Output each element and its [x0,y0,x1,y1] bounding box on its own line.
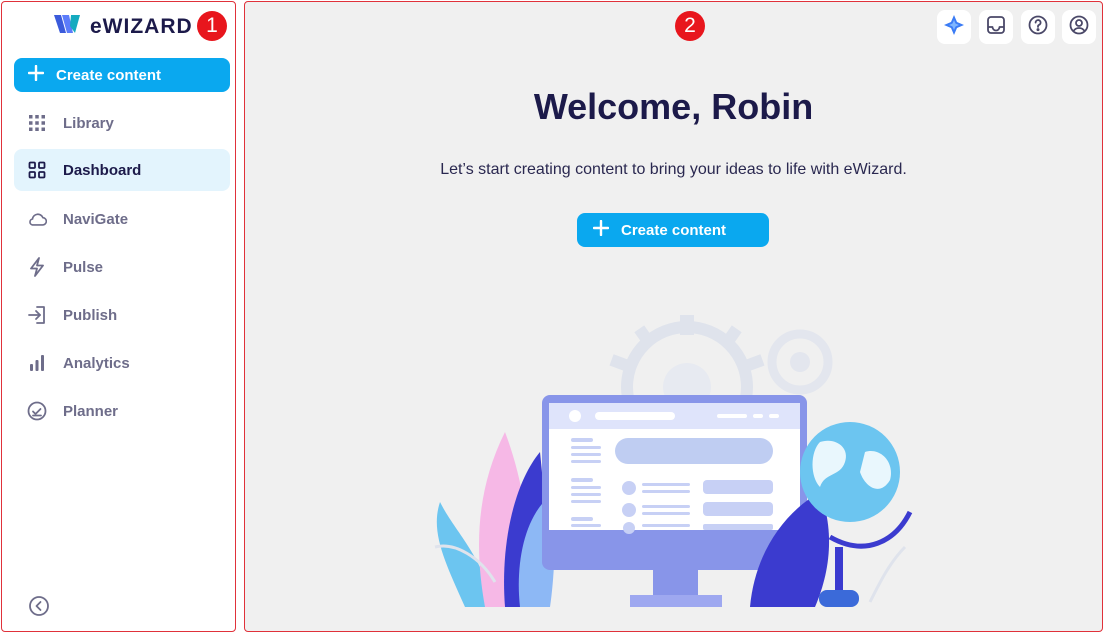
sidebar-item-pulse[interactable]: Pulse [14,246,230,288]
sidebar-item-label: Dashboard [63,161,142,179]
annotation-badge-2: 2 [675,11,705,41]
lightning-icon [27,257,47,277]
inbox-icon [986,15,1006,40]
sidebar-item-library[interactable]: Library [14,102,230,144]
profile-button[interactable] [1062,10,1096,44]
chevron-left-circle-icon [28,596,50,621]
ewizard-logo-icon [54,14,80,39]
create-content-button[interactable]: Create content [577,213,769,247]
sidebar-item-planner[interactable]: Planner [14,390,230,432]
cloud-icon [27,209,47,229]
plus-icon [592,219,610,240]
sidebar-item-label: Library [63,114,114,132]
plus-icon [27,64,45,85]
sidebar-item-publish[interactable]: Publish [14,294,230,336]
main-content: 2 Welcome, Robin Let’s start creating co… [244,1,1103,632]
sidebar-item-label: NaviGate [63,210,129,228]
sidebar-item-dashboard[interactable]: Dashboard [14,149,230,191]
page-title: Welcome, Robin [533,86,814,127]
sidebar: eWIZARD 1 Create content Library Dashboa… [1,1,236,632]
user-icon [1069,15,1089,40]
bar-chart-icon [27,353,47,373]
create-content-label: Create content [56,66,162,84]
sidebar-create-content-button[interactable]: Create content [14,58,230,92]
ai-assistant-button[interactable] [937,10,971,44]
help-icon [1028,15,1048,40]
sidebar-item-label: Planner [63,402,119,420]
sidebar-item-label: Publish [63,306,118,324]
publish-icon [27,305,47,325]
sidebar-item-analytics[interactable]: Analytics [14,342,230,384]
ai-sparkle-icon [944,14,964,40]
create-content-label: Create content [621,221,727,239]
annotation-badge-1: 1 [197,11,227,41]
collapse-sidebar-button[interactable] [28,595,50,617]
inbox-button[interactable] [979,10,1013,44]
sidebar-item-label: Pulse [63,258,104,276]
sidebar-item-navigate[interactable]: NaviGate [14,198,230,240]
welcome-illustration [434,315,913,607]
sidebar-item-label: Analytics [63,354,130,372]
grid-icon [27,113,47,133]
page-subtitle: Let’s start creating content to bring yo… [440,161,907,178]
help-button[interactable] [1021,10,1055,44]
calendar-check-icon [27,401,47,421]
brand[interactable]: eWIZARD [54,14,193,39]
dashboard-icon [27,160,47,180]
small-gear-icon [767,329,833,395]
brand-name: eWIZARD [90,14,193,38]
